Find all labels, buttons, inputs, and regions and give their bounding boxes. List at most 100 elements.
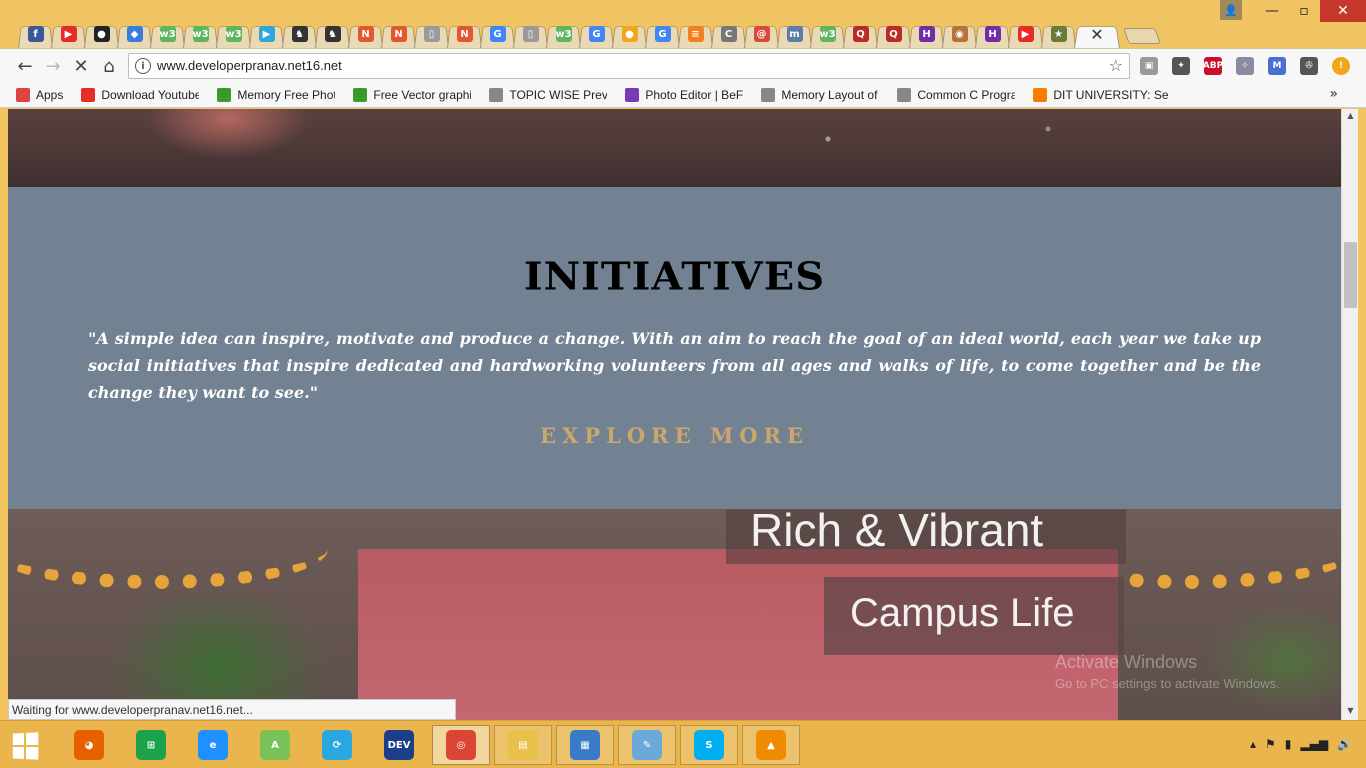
close-window-button[interactable]: ✕ — [1320, 0, 1366, 22]
url-text[interactable]: www.developerpranav.net16.net — [157, 58, 342, 73]
browser-tab[interactable]: ▯ — [513, 20, 548, 48]
banner-line-1: Rich & Vibrant — [750, 504, 1044, 556]
forward-button[interactable]: → — [40, 53, 66, 79]
firefox-taskbar-icon[interactable]: ◕ — [60, 725, 118, 765]
browser-tab[interactable]: ★ — [1041, 20, 1076, 48]
bookmark-item[interactable]: Photo Editor | BeFunk — [625, 87, 743, 102]
battery-icon[interactable]: ▮ — [1285, 737, 1292, 751]
maximize-button[interactable]: ▫ — [1288, 0, 1320, 22]
owl-icon: ◉ — [951, 26, 968, 42]
browser-tab[interactable]: G — [579, 20, 614, 48]
bookmark-item[interactable]: Apps — [16, 87, 63, 102]
browser-tab[interactable]: ▯ — [414, 20, 449, 48]
browser-tab[interactable]: @ — [744, 20, 779, 48]
info-icon[interactable]: i — [135, 58, 151, 74]
action-center-flag-icon[interactable]: ⚑ — [1265, 737, 1276, 751]
photos-taskbar-icon[interactable]: ▦ — [556, 725, 614, 765]
browser-tab[interactable]: ● — [84, 20, 119, 48]
scroll-up-icon[interactable]: ▲ — [1345, 111, 1356, 123]
browser-tab[interactable]: G — [480, 20, 515, 48]
browser-tab[interactable]: ♞ — [315, 20, 350, 48]
bookmark-star-icon[interactable]: ☆ — [1109, 56, 1123, 75]
scroll-down-icon[interactable]: ▼ — [1345, 706, 1356, 718]
browser-tab[interactable]: ≡ — [678, 20, 713, 48]
puzzle-icon[interactable]: ✧ — [1236, 57, 1254, 75]
browser-tab[interactable]: H — [909, 20, 944, 48]
browser-tab[interactable]: ◆ — [117, 20, 152, 48]
stop-loading-button[interactable]: ✕ — [68, 53, 94, 79]
store-taskbar-icon[interactable]: ⊞ — [122, 725, 180, 765]
close-tab-icon[interactable]: ✕ — [1090, 25, 1103, 44]
vlc-icon: ▲ — [756, 730, 786, 760]
skype-taskbar-icon[interactable]: S — [680, 725, 738, 765]
profile-button[interactable]: 👤 — [1220, 0, 1242, 20]
notepad-taskbar-icon[interactable]: ✎ — [618, 725, 676, 765]
start-button[interactable] — [12, 732, 39, 760]
browser-tab[interactable]: ▶ — [51, 20, 86, 48]
volume-icon[interactable]: 🔊 — [1337, 737, 1352, 751]
bookmark-item[interactable]: Memory Free Photos — [217, 87, 335, 102]
extension-box-icon[interactable]: ▣ — [1140, 57, 1158, 75]
google-icon: G — [489, 26, 506, 42]
signal-icon[interactable]: ▂▄▆ — [1300, 737, 1328, 751]
scroll-thumb[interactable] — [1344, 242, 1357, 308]
browser-tab[interactable]: w3 — [546, 20, 581, 48]
browser-tab[interactable]: N — [348, 20, 383, 48]
hackerearth-icon: H — [918, 26, 935, 42]
browser-tab[interactable]: m — [777, 20, 812, 48]
download-icon — [217, 87, 232, 102]
bookmark-item[interactable]: DIT UNIVERSITY: Sept — [1033, 87, 1169, 102]
browser-tab[interactable]: N — [447, 20, 482, 48]
cpp-icon: C — [720, 26, 737, 42]
browser-tab[interactable]: Q — [876, 20, 911, 48]
notepad-icon: ✎ — [632, 730, 662, 760]
browser-tab[interactable]: w3 — [183, 20, 218, 48]
browser-tab[interactable]: w3 — [150, 20, 185, 48]
gmail-icon[interactable]: M — [1268, 57, 1286, 75]
film-icon[interactable]: ✇ — [1300, 57, 1318, 75]
ie-taskbar-icon[interactable]: e — [184, 725, 242, 765]
explorer-taskbar-icon[interactable]: ▤ — [494, 725, 552, 765]
bookmark-item[interactable]: Memory Layout of C F — [761, 87, 879, 102]
minimize-button[interactable]: — — [1256, 0, 1288, 22]
android-studio-taskbar-icon[interactable]: A — [246, 725, 304, 765]
browser-tab[interactable]: w3 — [810, 20, 845, 48]
browser-tab[interactable]: C — [711, 20, 746, 48]
page-icon — [761, 87, 776, 102]
hero-image-bottom: Rich & Vibrant Campus Life Activate Wind… — [8, 504, 1341, 720]
devcpp-taskbar-icon[interactable]: DEV — [370, 725, 428, 765]
photos-icon: ▦ — [570, 730, 600, 760]
alert-icon[interactable]: ! — [1332, 57, 1350, 75]
explore-more-link[interactable]: EXPLORE MORE — [8, 423, 1341, 448]
bag-icon[interactable]: ✦ — [1172, 57, 1190, 75]
vlc-taskbar-icon[interactable]: ▲ — [742, 725, 800, 765]
browser-tab[interactable]: ▶ — [1008, 20, 1043, 48]
browser-tab[interactable]: H — [975, 20, 1010, 48]
browser-tab[interactable]: ◉ — [942, 20, 977, 48]
browser-tab[interactable]: G — [645, 20, 680, 48]
more-bookmarks-icon[interactable]: » — [1329, 86, 1338, 102]
page-icon: ▯ — [522, 26, 539, 42]
devcpp-icon: DEV — [384, 730, 414, 760]
browser-tab[interactable]: w3 — [216, 20, 251, 48]
new-tab-button[interactable] — [1123, 28, 1161, 44]
adblock-icon[interactable]: ABP — [1203, 57, 1223, 75]
browser-tab[interactable]: f — [18, 20, 53, 48]
browser-tab[interactable]: Q — [843, 20, 878, 48]
back-button[interactable]: ← — [12, 53, 38, 79]
address-bar[interactable]: i www.developerpranav.net16.net ☆ — [128, 53, 1130, 79]
bookmark-item[interactable]: Common C Programm — [897, 87, 1015, 102]
sync-taskbar-icon[interactable]: ⟳ — [308, 725, 366, 765]
bookmark-item[interactable]: Download Youtube Vi — [81, 87, 199, 102]
vertical-scrollbar[interactable]: ▲ ▼ — [1341, 109, 1358, 720]
browser-tab[interactable]: ♞ — [282, 20, 317, 48]
home-button[interactable]: ⌂ — [96, 53, 122, 79]
active-browser-tab[interactable]: ✕ — [1074, 20, 1120, 48]
browser-tab[interactable]: ● — [612, 20, 647, 48]
show-hidden-icons-icon[interactable]: ▴ — [1250, 737, 1256, 751]
bookmark-item[interactable]: TOPIC WISE Previous — [489, 87, 607, 102]
browser-tab[interactable]: N — [381, 20, 416, 48]
browser-tab[interactable]: ▶ — [249, 20, 284, 48]
bookmark-item[interactable]: Free Vector graphic a — [353, 87, 471, 102]
chrome-taskbar-icon[interactable]: ◎ — [432, 725, 490, 765]
